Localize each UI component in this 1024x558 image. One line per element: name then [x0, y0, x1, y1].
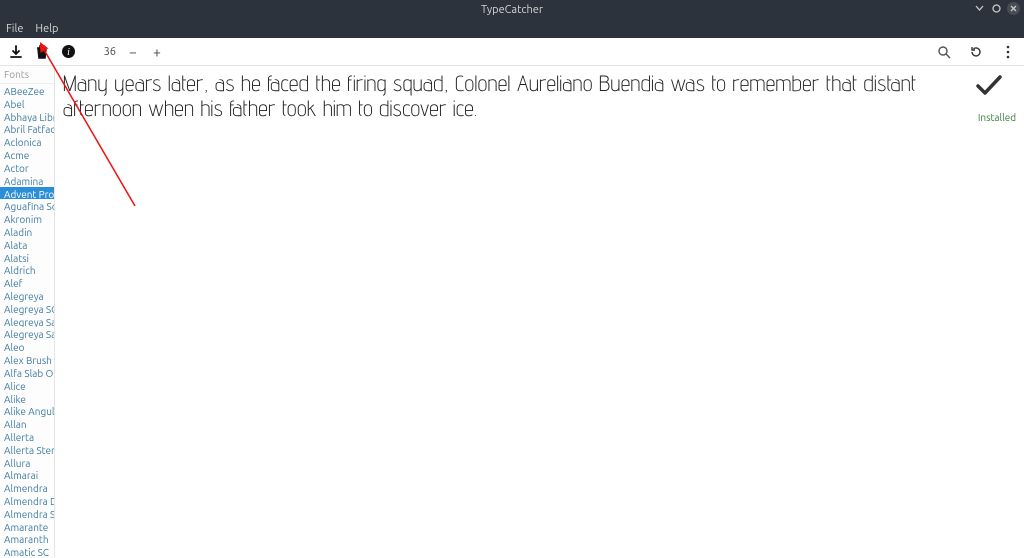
preview-text: Many years later, as he faced the firing…: [63, 72, 1016, 123]
font-item[interactable]: Aguafina Script: [0, 199, 54, 212]
sidebar-header: Fonts: [0, 66, 54, 84]
font-item[interactable]: Abel: [0, 97, 54, 110]
check-icon: [974, 72, 1020, 98]
font-item[interactable]: Adamina: [0, 174, 54, 187]
increase-size-button[interactable]: +: [150, 45, 164, 59]
install-status-label: Installed: [974, 112, 1020, 123]
maximize-icon[interactable]: [990, 2, 1003, 15]
font-item[interactable]: Alike Angular: [0, 404, 54, 417]
svg-text:i: i: [67, 47, 70, 58]
font-item[interactable]: Alike: [0, 392, 54, 405]
font-item[interactable]: Amarante: [0, 520, 54, 533]
font-item[interactable]: Acme: [0, 148, 54, 161]
font-item[interactable]: Actor: [0, 161, 54, 174]
font-item[interactable]: Amatic SC: [0, 545, 54, 558]
font-item[interactable]: Aladin: [0, 225, 54, 238]
font-item[interactable]: Akronim: [0, 212, 54, 225]
font-item[interactable]: Alfa Slab One: [0, 366, 54, 379]
font-item[interactable]: Alegreya SC: [0, 302, 54, 315]
font-item[interactable]: Allura: [0, 456, 54, 469]
reset-icon[interactable]: [968, 44, 984, 60]
font-item[interactable]: Aldrich: [0, 263, 54, 276]
font-item[interactable]: Abril Fatface: [0, 122, 54, 135]
titlebar: TypeCatcher: [0, 0, 1024, 20]
font-item[interactable]: Abhaya Libre: [0, 110, 54, 123]
font-item[interactable]: Aclonica: [0, 135, 54, 148]
window-controls: [973, 2, 1020, 15]
menu-file[interactable]: File: [6, 23, 23, 35]
font-item[interactable]: Almendra Display: [0, 494, 54, 507]
trash-icon[interactable]: [34, 44, 50, 60]
menu-help[interactable]: Help: [35, 23, 58, 35]
content: Fonts ABeeZeeAbelAbhaya LibreAbril Fatfa…: [0, 66, 1024, 558]
window-title: TypeCatcher: [481, 4, 543, 16]
font-item[interactable]: Alice: [0, 379, 54, 392]
font-item[interactable]: Allan: [0, 417, 54, 430]
font-item[interactable]: Allerta Stencil: [0, 443, 54, 456]
minimize-icon[interactable]: [973, 2, 986, 15]
font-item[interactable]: Alegreya: [0, 289, 54, 302]
download-icon[interactable]: [8, 44, 24, 60]
font-item[interactable]: Almendra SC: [0, 507, 54, 520]
toolbar: i 36 − +: [0, 38, 1024, 66]
font-size-value: 36: [100, 46, 116, 58]
font-item[interactable]: Alata: [0, 238, 54, 251]
font-item[interactable]: ABeeZee: [0, 84, 54, 97]
preview-area: Many years later, as he faced the firing…: [55, 66, 1024, 558]
sidebar: Fonts ABeeZeeAbelAbhaya LibreAbril Fatfa…: [0, 66, 55, 558]
font-item[interactable]: Alegreya Sans: [0, 315, 54, 328]
font-item[interactable]: Alegreya Sans SC: [0, 327, 54, 340]
font-item[interactable]: Aleo: [0, 340, 54, 353]
font-item[interactable]: Almendra: [0, 481, 54, 494]
font-item[interactable]: Advent Pro: [0, 187, 54, 200]
decrease-size-button[interactable]: −: [126, 45, 140, 59]
menubar: File Help: [0, 20, 1024, 38]
search-icon[interactable]: [936, 44, 952, 60]
font-list[interactable]: ABeeZeeAbelAbhaya LibreAbril FatfaceAclo…: [0, 84, 54, 558]
font-item[interactable]: Allerta: [0, 430, 54, 443]
menu-icon[interactable]: [1000, 44, 1016, 60]
info-icon[interactable]: i: [60, 44, 76, 60]
close-icon[interactable]: [1007, 2, 1020, 15]
font-item[interactable]: Amaranth: [0, 532, 54, 545]
font-item[interactable]: Alef: [0, 276, 54, 289]
install-status: Installed: [974, 72, 1020, 123]
font-item[interactable]: Alatsi: [0, 251, 54, 264]
font-item[interactable]: Alex Brush: [0, 353, 54, 366]
font-item[interactable]: Almarai: [0, 468, 54, 481]
